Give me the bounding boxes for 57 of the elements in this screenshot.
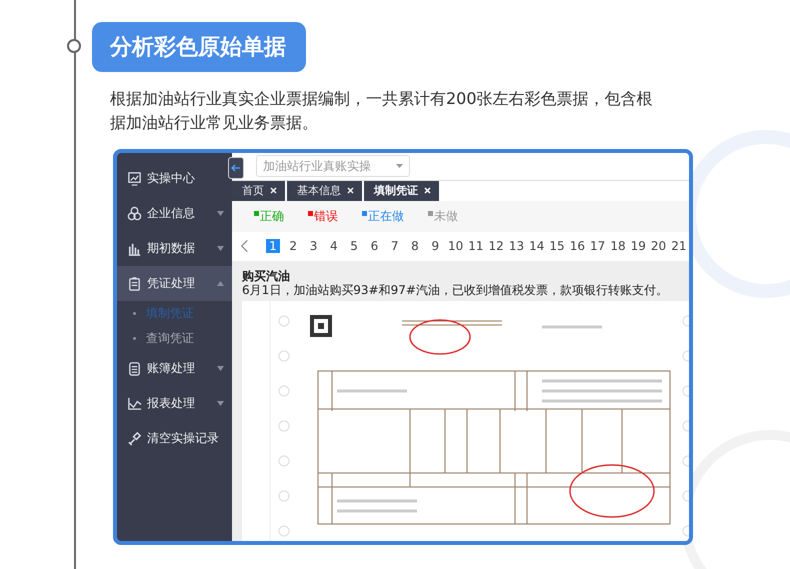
page-number[interactable]: 9	[431, 239, 440, 254]
tab[interactable]: 基本信息	[287, 180, 362, 202]
voucher-description: 6月1日，加油站购买93#和97#汽油，已收到增值税发票，款项银行转账支付。	[242, 283, 669, 297]
sidebar-label: 报表处理	[147, 395, 196, 412]
sidebar-label: 账簿处理	[147, 360, 196, 377]
page-number[interactable]: 15	[549, 239, 565, 254]
sidebar-item[interactable]: 实操中心	[117, 161, 232, 196]
page-number[interactable]: 11	[468, 239, 484, 254]
page-number[interactable]: 7	[390, 239, 399, 254]
sidebar-item[interactable]: 清空实操记录	[117, 421, 232, 456]
legend-label: 未做	[434, 208, 458, 225]
page-number[interactable]: 2	[289, 239, 298, 254]
page-number[interactable]: 14	[529, 239, 544, 254]
page-number[interactable]: 6	[370, 239, 378, 254]
sidebar-item[interactable]: 企业信息	[117, 196, 232, 231]
legend-label: 正确	[260, 208, 284, 225]
tab[interactable]: 首页	[232, 180, 285, 202]
legend-label: 错误	[314, 208, 338, 225]
page-number[interactable]: 16	[570, 239, 585, 254]
section-heading: 分析彩色原始单据	[92, 22, 306, 72]
page-number[interactable]: 10	[448, 239, 464, 254]
page-number[interactable]: 19	[630, 239, 646, 254]
menu-icon	[127, 206, 142, 221]
page-number[interactable]: 5	[350, 239, 358, 254]
menu-icon	[127, 171, 142, 186]
caret-icon	[396, 164, 403, 168]
sidebar-label: 企业信息	[147, 205, 196, 222]
menu-icon	[127, 241, 142, 256]
legend-label: 正在做	[368, 208, 404, 225]
close-icon[interactable]	[270, 187, 277, 194]
submenu-item[interactable]: 查询凭证	[117, 326, 232, 351]
description-text: 根据加油站行业真实企业票据编制，一共累计有200张左右彩色票据，包含根据加油站行业常见业务票据。	[110, 88, 654, 134]
page-number[interactable]: 1	[266, 239, 280, 254]
sidebar-item[interactable]: 期初数据	[117, 231, 232, 266]
tab[interactable]: 填制凭证	[364, 180, 439, 202]
page-number[interactable]: 8	[411, 239, 419, 254]
sidebar-label: 实操中心	[147, 170, 196, 187]
menu-icon	[127, 396, 142, 411]
menu-icon	[127, 431, 142, 446]
sidebar-item[interactable]: 报表处理	[117, 386, 232, 421]
sidebar-item[interactable]: 凭证处理	[117, 266, 232, 301]
menu-icon	[127, 276, 142, 291]
page-number[interactable]: 18	[610, 239, 626, 254]
menu-icon	[127, 361, 142, 376]
sidebar-label: 凭证处理	[147, 275, 196, 292]
voucher-title: 购买汽油	[242, 269, 291, 283]
page-number[interactable]: 13	[508, 239, 524, 254]
page-number[interactable]: 17	[590, 239, 606, 254]
page-number[interactable]: 20	[650, 239, 666, 254]
close-icon[interactable]	[347, 187, 354, 194]
page-number[interactable]: 21	[671, 239, 686, 254]
page-number[interactable]: 4	[330, 239, 338, 254]
page-number[interactable]: 12	[488, 239, 504, 254]
sidebar-item[interactable]: 账簿处理	[117, 351, 232, 386]
sidebar-label: 清空实操记录	[147, 430, 220, 447]
page-number[interactable]: 3	[310, 239, 318, 254]
sidebar-label: 期初数据	[147, 240, 196, 257]
